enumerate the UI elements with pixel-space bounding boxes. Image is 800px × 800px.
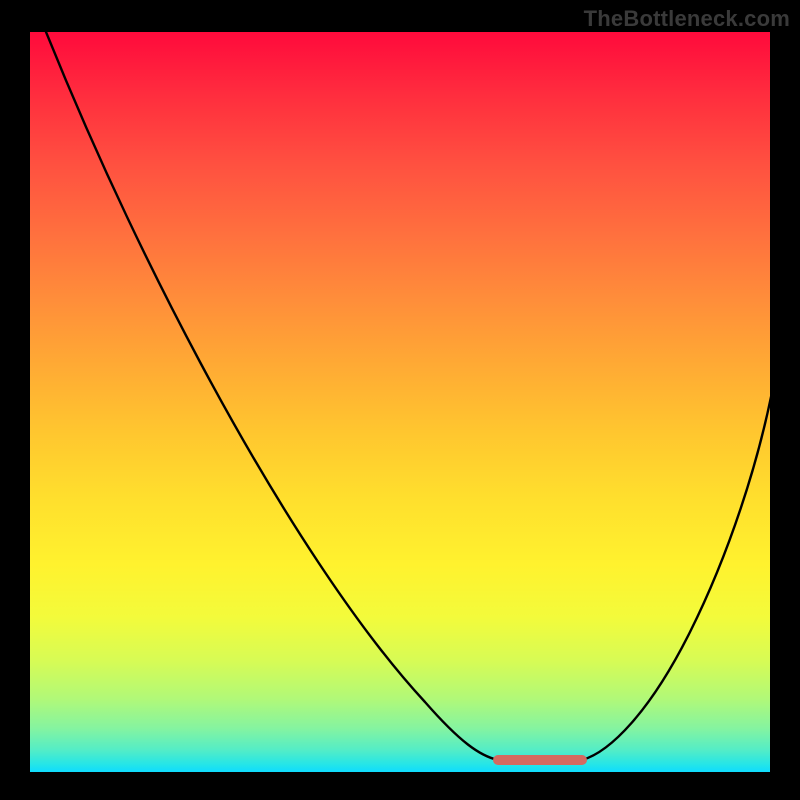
- bottleneck-curve: [30, 32, 770, 772]
- curve-right: [582, 392, 770, 760]
- watermark-text: TheBottleneck.com: [584, 6, 790, 32]
- curve-left: [42, 32, 498, 760]
- chart-container: TheBottleneck.com: [0, 0, 800, 800]
- plot-area: [30, 32, 770, 772]
